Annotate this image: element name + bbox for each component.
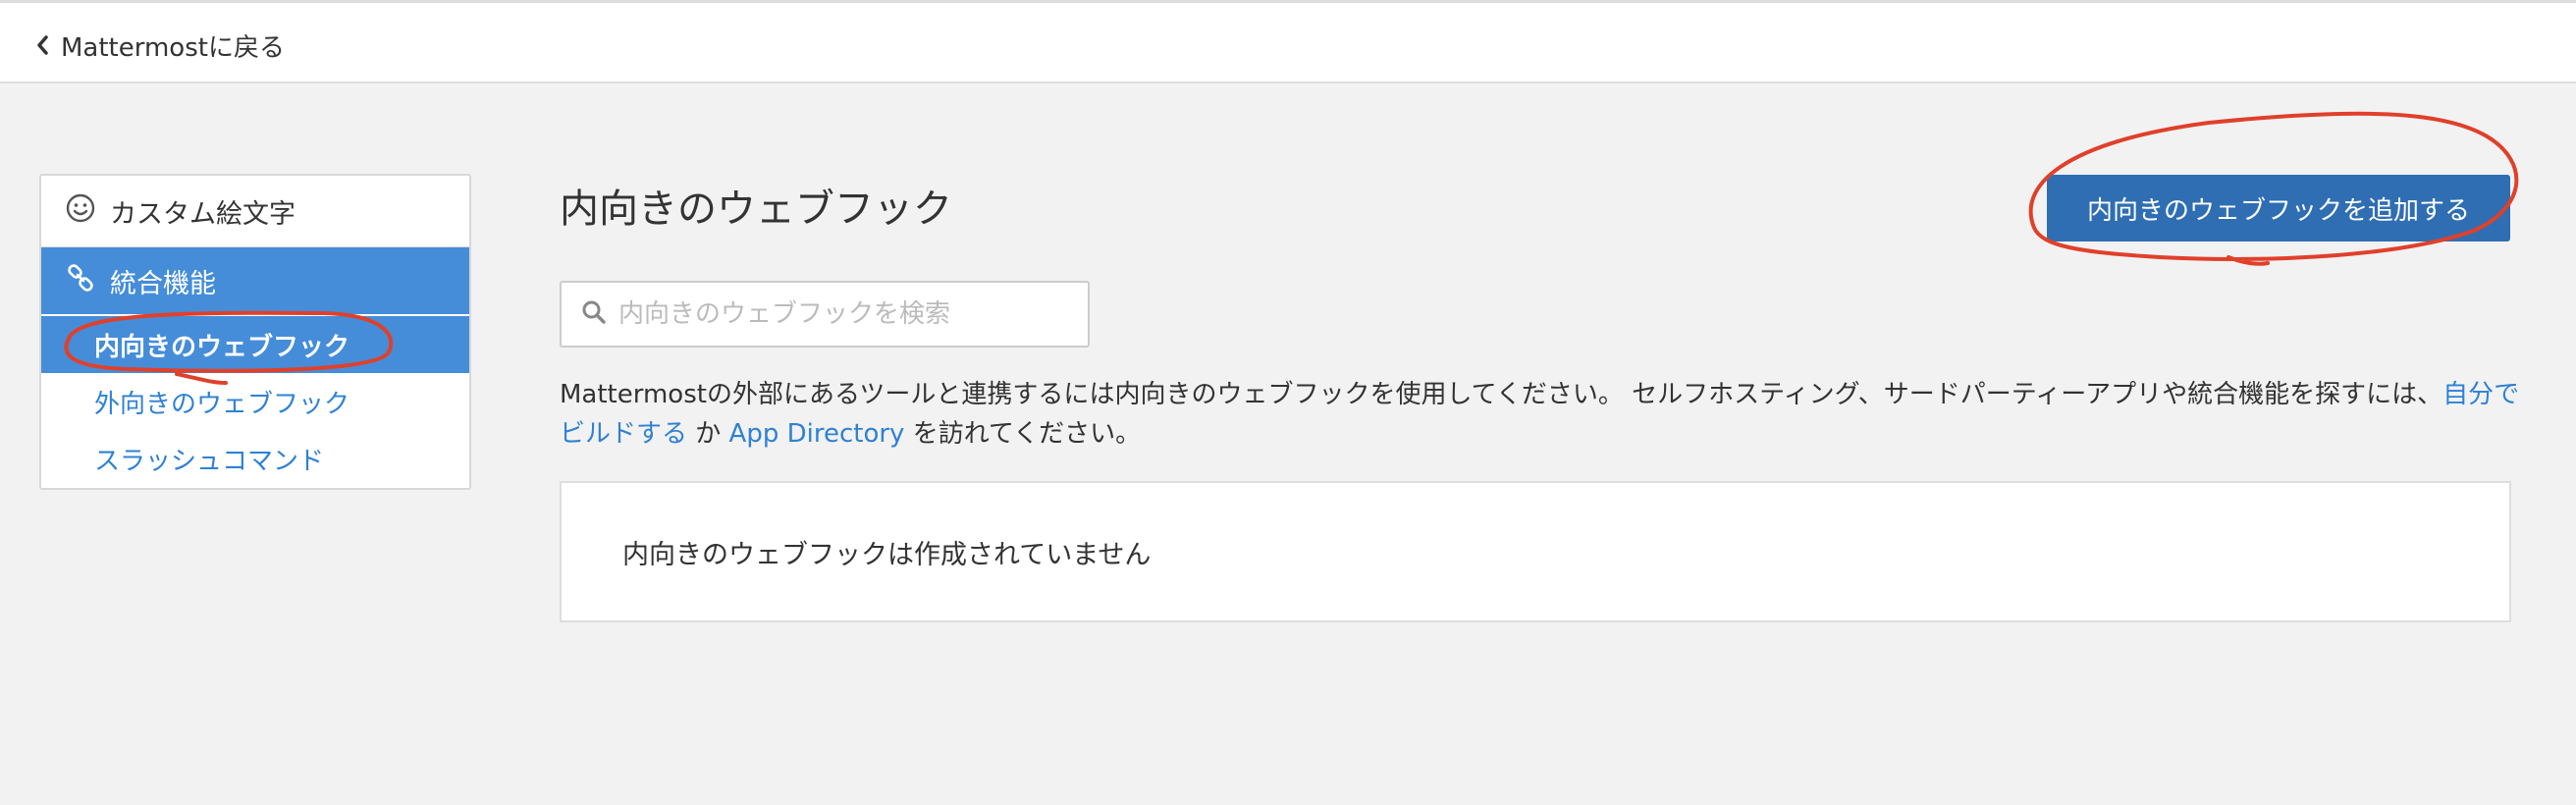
sidebar-item-integrations[interactable]: 統合機能 — [41, 247, 469, 314]
search-icon — [581, 299, 607, 329]
empty-message: 内向きのウェブフックは作成されていません — [622, 539, 1152, 570]
description-middle: か — [687, 419, 729, 449]
sidebar-item-label: 統合機能 — [110, 268, 216, 299]
top-bar: Mattermostに戻る — [0, 0, 2576, 83]
search-box — [560, 281, 1090, 348]
link-icon — [65, 262, 96, 300]
page-title: 内向きのウェブフック — [560, 187, 952, 232]
search-input[interactable] — [618, 299, 1070, 329]
description-after: を訪れてください。 — [904, 419, 1142, 449]
back-to-mattermost-link[interactable]: Mattermostに戻る — [35, 28, 285, 63]
back-link-label: Mattermostに戻る — [61, 32, 285, 63]
smiley-icon — [65, 192, 96, 231]
sidebar-item-slash-commands[interactable]: スラッシュコマンド — [41, 430, 469, 487]
sidebar-item-incoming-webhooks[interactable]: 内向きのウェブフック — [41, 316, 469, 373]
app-directory-link[interactable]: App Directory — [729, 419, 905, 449]
description-text: Mattermostの外部にあるツールと連携するには内向きのウェブフックを使用し… — [560, 375, 2523, 454]
add-incoming-webhook-button[interactable]: 内向きのウェブフックを追加する — [2047, 175, 2510, 242]
chevron-left-icon — [35, 34, 49, 56]
empty-webhooks-panel: 内向きのウェブフックは作成されていません — [560, 481, 2511, 622]
description-before: Mattermostの外部にあるツールと連携するには内向きのウェブフックを使用し… — [560, 380, 2443, 409]
sidebar-item-outgoing-webhooks[interactable]: 外向きのウェブフック — [41, 373, 469, 430]
sidebar-item-label: カスタム絵文字 — [110, 198, 295, 230]
integrations-sidebar: カスタム絵文字 統合機能 内向きのウェブフック 外向きのウェブフック スラッシュ… — [39, 174, 471, 490]
sidebar-item-custom-emoji[interactable]: カスタム絵文字 — [41, 176, 469, 247]
